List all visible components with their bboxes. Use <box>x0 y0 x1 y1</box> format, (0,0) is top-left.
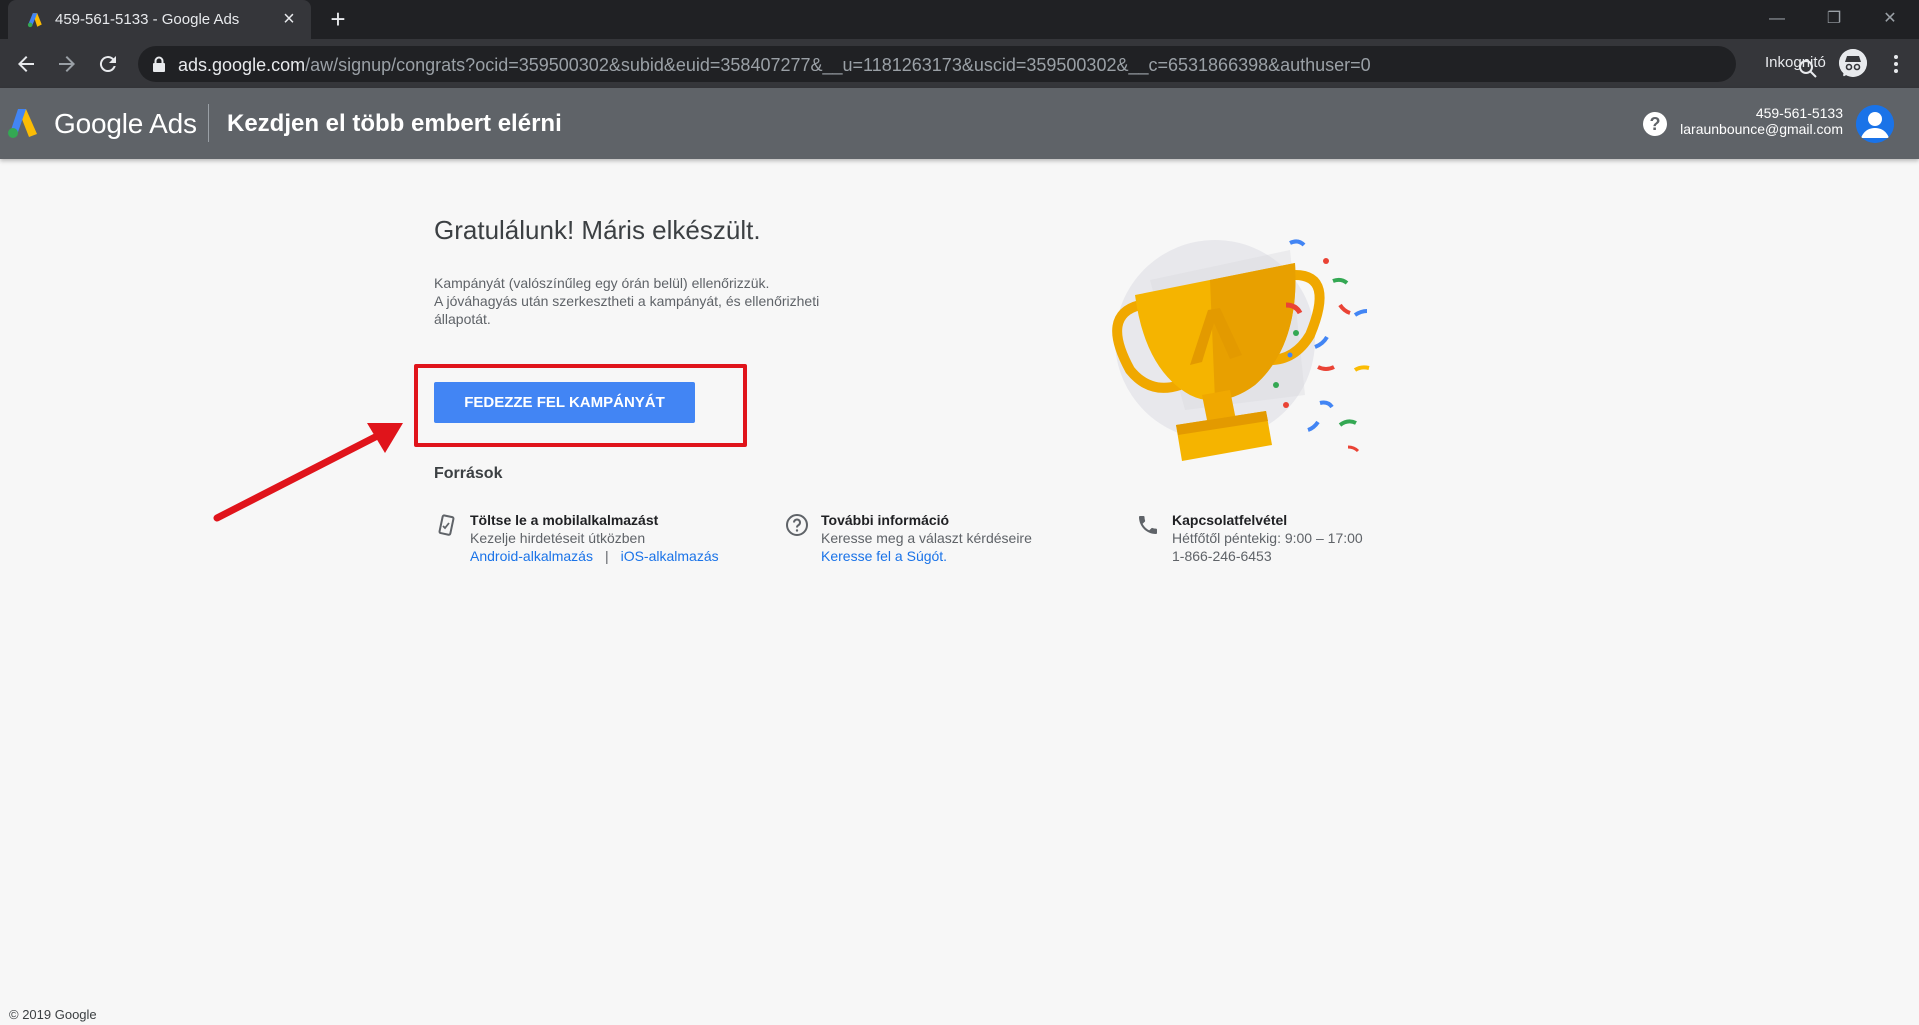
address-bar[interactable]: ads.google.com/aw/signup/congrats?ocid=3… <box>138 46 1858 82</box>
reload-icon[interactable] <box>96 52 120 76</box>
congrats-title: Gratulálunk! Máris elkészült. <box>434 215 761 245</box>
resource-title: Töltse le a mobilalkalmazást <box>470 512 659 528</box>
red-arrow-annotation <box>213 423 403 522</box>
business-hours: Hétfőtől péntekig: 9:00 – 17:00 <box>1172 530 1363 546</box>
android-app-link[interactable]: Android-alkalmazás <box>470 548 593 564</box>
description-line-1: Kampányát (valószínűleg egy órán belül) … <box>434 275 770 291</box>
browser-toolbar: ads.google.com/aw/signup/congrats?ocid=3… <box>0 39 1919 88</box>
resource-title: További információ <box>821 512 950 528</box>
explore-campaign-button[interactable]: FEDEZZE FEL KAMPÁNYÁT <box>434 382 695 423</box>
footer-copyright: © 2019 Google <box>9 1007 97 1022</box>
help-circle-icon <box>786 514 808 536</box>
page-title: Kezdjen el több embert elérni <box>227 110 562 137</box>
phone-number: 1-866-246-6453 <box>1172 548 1272 564</box>
trophy-illustration <box>1112 239 1370 461</box>
browser-tab[interactable]: 459-561-5133 - Google Ads × <box>8 0 311 39</box>
description-line-2: A jóváhagyás után szerkesztheti a kampán… <box>434 293 820 327</box>
brand-name[interactable]: Google Ads <box>54 108 197 140</box>
ios-app-link[interactable]: iOS-alkalmazás <box>621 548 719 564</box>
congrats-description: Kampányát (valószínűleg egy órán belül) … <box>434 274 854 328</box>
phone-icon <box>1139 516 1157 534</box>
url-text: ads.google.com/aw/signup/congrats?ocid=3… <box>178 55 1371 75</box>
lock-icon <box>153 56 165 72</box>
account-email: laraunbounce@gmail.com <box>1680 121 1843 137</box>
restore-window-icon[interactable]: ❐ <box>1817 6 1851 32</box>
tab-title: 459-561-5133 - Google Ads <box>55 11 240 28</box>
google-ads-favicon-icon <box>27 13 42 28</box>
account-id: 459-561-5133 <box>1755 105 1843 121</box>
app-header: Google Ads Kezdjen el több embert elérni… <box>0 88 1919 159</box>
link-separator: | <box>604 548 609 564</box>
browser-tab-strip: 459-561-5133 - Google Ads × + — ❐ ✕ <box>0 0 1919 39</box>
resource-description: Keresse meg a választ kérdéseire <box>821 530 1032 546</box>
close-window-icon[interactable]: ✕ <box>1873 6 1907 32</box>
tab-close-icon[interactable]: × <box>279 9 299 29</box>
incognito-label: Inkognitó <box>1765 54 1826 71</box>
forward-arrow-icon[interactable] <box>55 52 79 76</box>
header-divider <box>208 104 209 142</box>
help-icon[interactable]: ? <box>1643 112 1667 136</box>
incognito-icon[interactable] <box>1839 49 1867 77</box>
resources-heading: Források <box>434 465 503 482</box>
avatar[interactable] <box>1856 105 1894 143</box>
mobile-phone-icon <box>438 514 455 536</box>
new-tab-icon[interactable]: + <box>326 6 350 32</box>
minimize-window-icon[interactable]: — <box>1760 6 1794 32</box>
google-ads-logo-icon[interactable] <box>6 107 40 139</box>
resource-description: Kezelje hirdetéseit útközben <box>470 530 646 546</box>
resource-title: Kapcsolatfelvétel <box>1172 512 1288 528</box>
browser-menu-icon[interactable] <box>1884 52 1908 76</box>
help-center-link[interactable]: Keresse fel a Súgót. <box>821 548 947 564</box>
back-arrow-icon[interactable] <box>14 52 38 76</box>
